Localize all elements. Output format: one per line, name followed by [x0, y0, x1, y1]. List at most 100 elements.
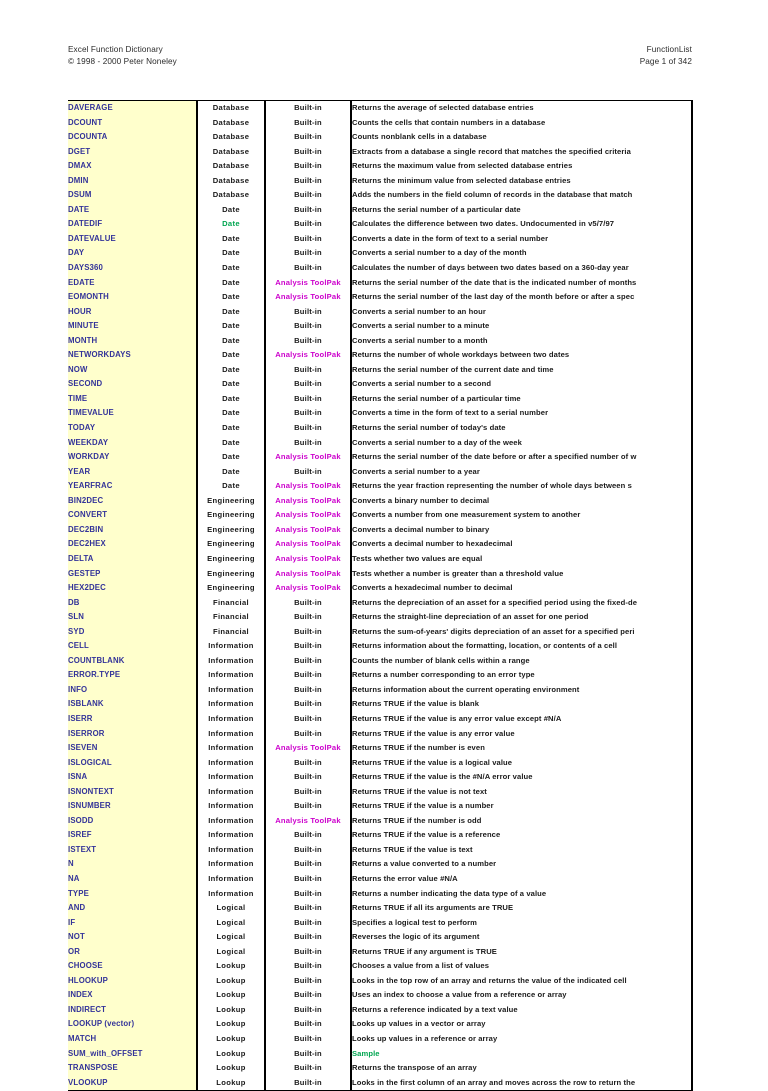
function-description-cell: Returns a reference indicated by a text …	[351, 1002, 691, 1018]
function-category-cell: Information	[197, 653, 266, 669]
function-description-cell: Converts a serial number to a day of the…	[351, 435, 691, 451]
function-category-cell: Financial	[197, 595, 266, 611]
function-category-cell: Date	[197, 304, 266, 320]
function-type-cell: Built-in	[265, 319, 352, 334]
function-type-cell: Built-in	[265, 261, 352, 276]
function-name-cell: TIME	[68, 391, 198, 407]
function-category-cell: Engineering	[197, 551, 266, 567]
function-name-cell: GESTEP	[68, 566, 198, 582]
table-row: HEX2DEC Engineering Analysis ToolPak Conver…	[68, 581, 691, 596]
function-description-cell: Returns a value converted to a number	[351, 857, 691, 872]
function-category-cell: Lookup	[197, 1075, 266, 1091]
page-header: Excel Function Dictionary © 1998 - 2000 …	[68, 44, 692, 67]
function-description-cell: Returns TRUE if the number is even	[351, 741, 691, 756]
table-row: NA Information Built-in Returns the error v…	[68, 871, 691, 887]
function-type-cell: Built-in	[265, 857, 352, 872]
function-type-cell: Analysis ToolPak	[265, 508, 352, 523]
function-category-cell: Logical	[197, 944, 266, 960]
function-category-cell: Information	[197, 828, 266, 843]
function-description-cell: Chooses a value from a list of values	[351, 959, 691, 974]
table-row: TRANSPOSE Lookup Built-in Returns the trans…	[68, 1061, 691, 1076]
table-row: COUNTBLANK Information Built-in Counts the …	[68, 653, 691, 669]
function-description-cell: Converts a number from one measurement s…	[351, 508, 691, 523]
function-description-cell: Looks up values in a reference or array	[351, 1032, 691, 1047]
function-name-cell: ERROR.TYPE	[68, 668, 198, 683]
table-row: CONVERT Engineering Analysis ToolPak Conver…	[68, 508, 691, 523]
function-description-cell: Returns TRUE if the value is a logical v…	[351, 755, 691, 771]
function-type-cell: Built-in	[265, 173, 352, 189]
function-category-cell: Date	[197, 391, 266, 407]
function-category-cell: Date	[197, 450, 266, 465]
function-category-cell: Engineering	[197, 522, 266, 538]
function-description-cell: Converts a date in the form of text to a…	[351, 231, 691, 247]
function-description-cell: Specifies a logical test to perform	[351, 915, 691, 931]
table-row: ISERROR Information Built-in Returns TRUE i…	[68, 726, 691, 742]
function-description-cell: Converts a serial number to a minute	[351, 319, 691, 334]
function-category-cell: Date	[197, 479, 266, 494]
function-type-cell: Built-in	[265, 1061, 352, 1076]
function-type-cell: Analysis ToolPak	[265, 450, 352, 465]
function-category-cell: Database	[197, 130, 266, 145]
function-description-cell: Calculates the difference between two da…	[351, 217, 691, 232]
function-type-cell: Analysis ToolPak	[265, 348, 352, 363]
function-type-cell: Built-in	[265, 1075, 352, 1091]
function-description-cell: Returns TRUE if the value is any error v…	[351, 711, 691, 727]
function-category-cell: Date	[197, 246, 266, 262]
function-name-cell: ISERR	[68, 711, 198, 727]
function-description-cell: Returns the average of selected database…	[351, 101, 691, 116]
function-description-cell: Converts a hexadecimal number to decimal	[351, 581, 691, 596]
function-description-cell: Returns TRUE if any argument is TRUE	[351, 944, 691, 960]
function-name-cell: INDIRECT	[68, 1002, 198, 1018]
function-category-cell: Date	[197, 202, 266, 218]
function-name-cell: ISBLANK	[68, 697, 198, 712]
table-row: ISERR Information Built-in Returns TRUE if …	[68, 711, 691, 727]
function-type-cell: Built-in	[265, 930, 352, 945]
table-row: DB Financial Built-in Returns the depreciat…	[68, 595, 691, 611]
function-category-cell: Lookup	[197, 1046, 266, 1062]
function-description-cell: Converts a serial number to a month	[351, 333, 691, 349]
function-description-cell: Counts nonblank cells in a database	[351, 130, 691, 145]
table-row: SYD Financial Built-in Returns the sum-of-y…	[68, 624, 691, 640]
function-description-cell: Returns the error value #N/A	[351, 871, 691, 887]
function-category-cell: Information	[197, 784, 266, 800]
function-description-cell: Converts a serial number to an hour	[351, 304, 691, 320]
function-type-cell: Built-in	[265, 828, 352, 843]
function-type-cell: Built-in	[265, 901, 352, 916]
function-category-cell: Information	[197, 842, 266, 858]
table-row: VLOOKUP Lookup Built-in Looks in the first …	[68, 1075, 691, 1091]
function-name-cell: NOT	[68, 930, 198, 945]
sheet-name: FunctionList	[646, 45, 692, 54]
function-type-cell: Built-in	[265, 130, 352, 145]
function-name-cell: OR	[68, 944, 198, 960]
function-category-cell: Engineering	[197, 493, 266, 509]
function-description-cell: Converts a serial number to a year	[351, 464, 691, 480]
function-category-cell: Information	[197, 857, 266, 872]
function-type-cell: Analysis ToolPak	[265, 581, 352, 596]
function-name-cell: SECOND	[68, 377, 198, 392]
function-name-cell: SYD	[68, 624, 198, 640]
table-row: DEC2HEX Engineering Analysis ToolPak Conver…	[68, 537, 691, 552]
function-type-cell: Built-in	[265, 1002, 352, 1018]
function-description-cell: Returns TRUE if the value is a reference	[351, 828, 691, 843]
function-type-cell: Built-in	[265, 217, 352, 232]
function-name-cell: ISLOGICAL	[68, 755, 198, 771]
table-row: TIMEVALUE Date Built-in Converts a time in …	[68, 406, 691, 422]
function-category-cell: Date	[197, 231, 266, 247]
table-row: DAYS360 Date Built-in Calculates the number…	[68, 261, 691, 276]
function-name-cell: HEX2DEC	[68, 581, 198, 596]
function-name-cell: WEEKDAY	[68, 435, 198, 451]
function-type-cell: Built-in	[265, 784, 352, 800]
function-name-cell: DMAX	[68, 159, 198, 174]
function-type-cell: Analysis ToolPak	[265, 275, 352, 291]
function-category-cell: Date	[197, 319, 266, 334]
function-name-cell: DATEVALUE	[68, 231, 198, 247]
table-row: INFO Information Built-in Returns informati…	[68, 682, 691, 698]
function-category-cell: Database	[197, 188, 266, 203]
function-type-cell: Built-in	[265, 391, 352, 407]
function-category-cell: Database	[197, 101, 266, 116]
function-name-cell: ISERROR	[68, 726, 198, 742]
table-row: ISEVEN Information Analysis ToolPak Returns…	[68, 741, 691, 756]
function-category-cell: Date	[197, 377, 266, 392]
function-description-cell: Returns TRUE if the value is a number	[351, 799, 691, 814]
table-row: SUM_with_OFFSET Lookup Built-in Sample	[68, 1046, 691, 1062]
